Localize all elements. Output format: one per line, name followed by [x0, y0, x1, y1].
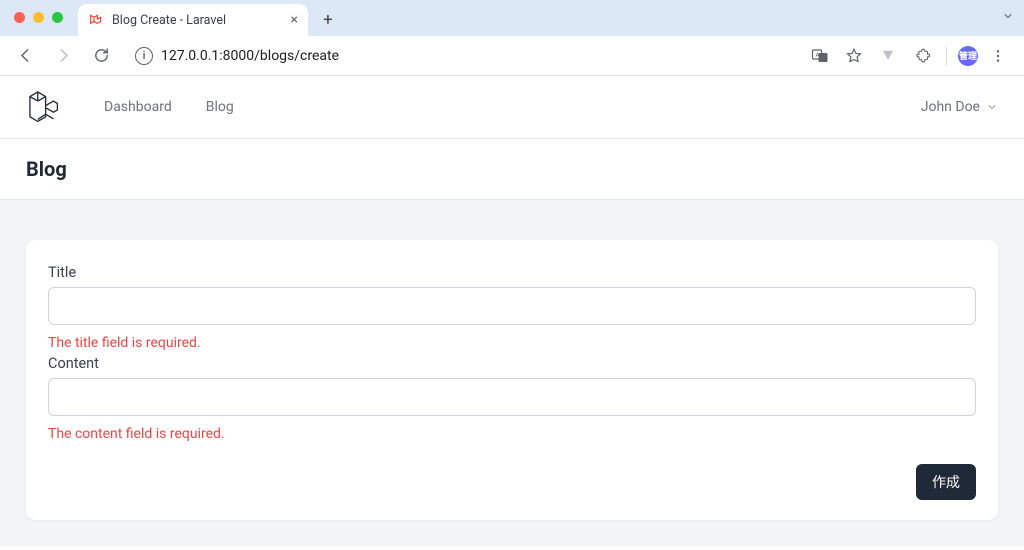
title-error: The title field is required. — [48, 335, 976, 351]
new-tab-button[interactable]: + — [314, 6, 342, 34]
reload-button[interactable] — [86, 41, 116, 71]
chevron-down-icon — [986, 101, 998, 113]
back-button[interactable] — [10, 41, 40, 71]
title-input[interactable] — [48, 287, 976, 325]
content-label: Content — [48, 355, 976, 372]
form-card: Title The title field is required. Conte… — [26, 240, 998, 520]
tab-close-icon[interactable]: × — [291, 12, 298, 28]
site-info-icon[interactable]: i — [135, 47, 153, 65]
app-nav: Dashboard Blog John Doe — [0, 76, 1024, 139]
submit-button[interactable]: 作成 — [916, 464, 976, 500]
bookmark-star-icon[interactable] — [840, 42, 868, 70]
title-label: Title — [48, 264, 976, 281]
nav-link-blog[interactable]: Blog — [206, 99, 234, 115]
field-title: Title The title field is required. — [48, 264, 976, 351]
window-close-icon[interactable] — [14, 12, 25, 23]
content-error: The content field is required. — [48, 426, 976, 442]
app-logo-icon[interactable] — [26, 90, 60, 124]
url-text: 127.0.0.1:8000/blogs/create — [161, 48, 339, 64]
svg-text:A: A — [816, 51, 820, 58]
forward-button[interactable] — [48, 41, 78, 71]
window-maximize-icon[interactable] — [52, 12, 63, 23]
page-title: Blog — [26, 157, 998, 181]
user-name: John Doe — [921, 99, 980, 115]
user-menu[interactable]: John Doe — [921, 99, 998, 115]
toolbar-right: A │ 管理 — [806, 42, 1014, 70]
form-actions: 作成 — [48, 464, 976, 500]
chevron-down-icon[interactable] — [1002, 10, 1014, 25]
nav-links: Dashboard Blog — [104, 99, 234, 115]
nav-link-dashboard[interactable]: Dashboard — [104, 99, 172, 115]
address-bar[interactable]: i 127.0.0.1:8000/blogs/create — [124, 41, 798, 71]
favicon-laravel-icon — [88, 12, 104, 28]
browser-toolbar: i 127.0.0.1:8000/blogs/create A │ 管理 — [0, 36, 1024, 76]
content-input[interactable] — [48, 378, 976, 416]
kebab-menu-icon[interactable] — [984, 42, 1012, 70]
field-content: Content The content field is required. — [48, 355, 976, 442]
extension-v-icon[interactable] — [874, 42, 902, 70]
toolbar-divider: │ — [942, 46, 952, 66]
page-body: Title The title field is required. Conte… — [0, 200, 1024, 546]
window-minimize-icon[interactable] — [33, 12, 44, 23]
window-controls — [14, 12, 63, 23]
tab-strip: Blog Create - Laravel × + — [0, 0, 1024, 36]
translate-icon[interactable]: A — [806, 42, 834, 70]
browser-tab[interactable]: Blog Create - Laravel × — [78, 4, 308, 36]
browser-chrome: Blog Create - Laravel × + i 127.0.0.1:80… — [0, 0, 1024, 76]
profile-avatar[interactable]: 管理 — [958, 46, 978, 66]
extensions-puzzle-icon[interactable] — [908, 42, 936, 70]
tab-title: Blog Create - Laravel — [112, 13, 283, 28]
page-header: Blog — [0, 139, 1024, 200]
